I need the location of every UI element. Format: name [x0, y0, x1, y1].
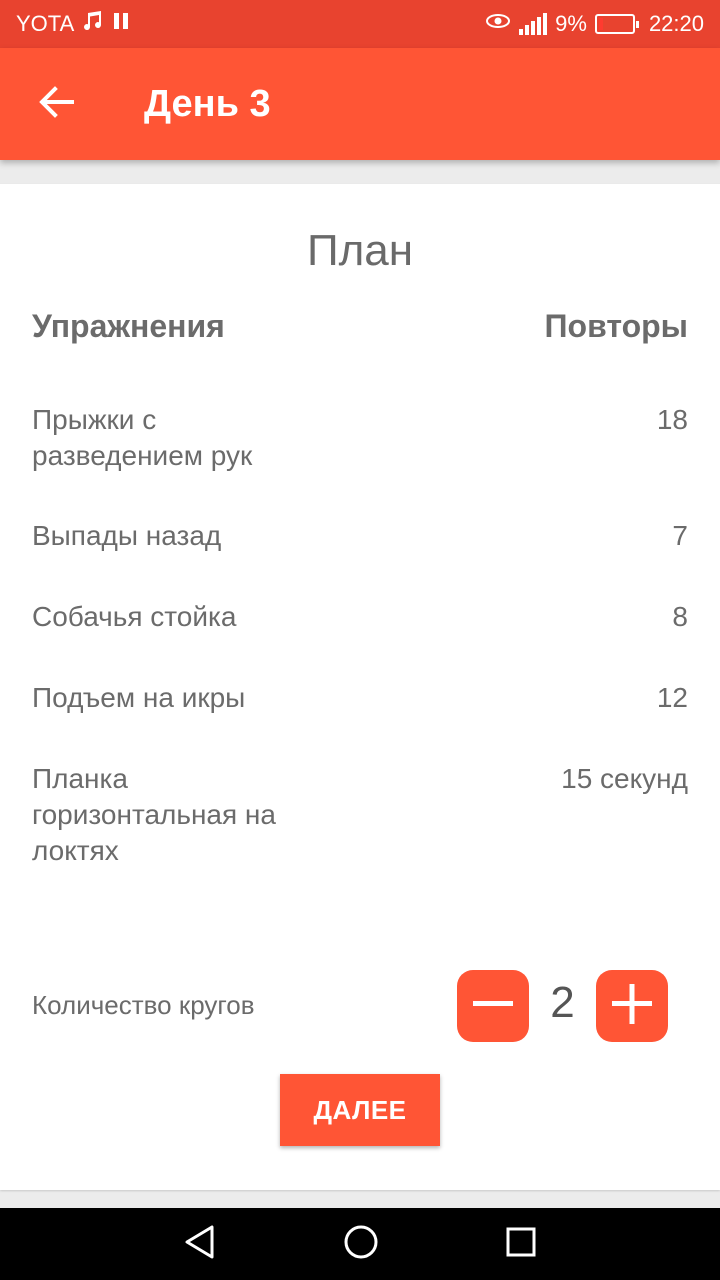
pause-icon [112, 11, 130, 37]
navigation-bar [0, 1208, 720, 1280]
plan-card: План Упражнения Повторы Прыжки с разведе… [0, 184, 720, 1190]
table-row: Подъем на икры 12 [32, 680, 688, 761]
carrier-label: YOTA [16, 11, 75, 36]
decrease-rounds-button[interactable] [457, 970, 529, 1042]
battery-percent: 9% [555, 11, 587, 36]
table-row: Прыжки с разведением рук 18 [32, 402, 688, 518]
exercise-name: Собачья стойка [32, 601, 237, 632]
exercise-reps: 7 [672, 520, 688, 551]
signal-icon [519, 13, 548, 35]
home-nav-icon[interactable] [343, 1224, 379, 1265]
increase-rounds-button[interactable] [596, 970, 668, 1042]
exercise-name: Прыжки с разведением рук [32, 404, 253, 471]
table-row: Собачья стойка 8 [32, 599, 688, 680]
back-nav-icon[interactable] [183, 1224, 217, 1265]
exercise-reps: 15 секунд [561, 763, 688, 794]
battery-icon [594, 14, 639, 34]
status-bar: YOTA 9% 22:20 [0, 0, 720, 48]
column-header-exercises: Упражнения [32, 308, 225, 344]
exercise-name: Подъем на икры [32, 682, 246, 713]
exercise-list: Прыжки с разведением рук 18 Выпады назад… [32, 402, 688, 871]
music-note-icon [82, 10, 104, 38]
table-row: Планка горизонтальная на локтях 15 секун… [32, 761, 688, 871]
plan-title: План [306, 226, 414, 275]
arrow-left-icon [38, 85, 74, 123]
next-button[interactable]: ДАЛЕЕ [280, 1074, 440, 1146]
column-header-reps: Повторы [544, 308, 688, 344]
plus-icon [611, 983, 653, 1030]
app-bar: День 3 [0, 48, 720, 160]
exercise-reps: 8 [672, 601, 688, 632]
table-row: Выпады назад 7 [32, 518, 688, 599]
clock: 22:20 [648, 11, 704, 36]
table-header: Упражнения Повторы [32, 308, 688, 345]
recents-nav-icon[interactable] [505, 1226, 537, 1263]
rounds-value: 2 [550, 978, 575, 1027]
minus-icon [472, 983, 514, 1030]
exercise-reps: 18 [656, 404, 688, 435]
exercise-reps: 12 [656, 682, 688, 713]
eye-icon [485, 11, 511, 37]
rounds-label: Количество кругов [32, 990, 255, 1020]
exercise-name: Планка горизонтальная на локтях [32, 763, 276, 866]
exercise-name: Выпады назад [32, 520, 222, 551]
back-button[interactable] [28, 76, 84, 132]
page-title: День 3 [144, 82, 271, 125]
